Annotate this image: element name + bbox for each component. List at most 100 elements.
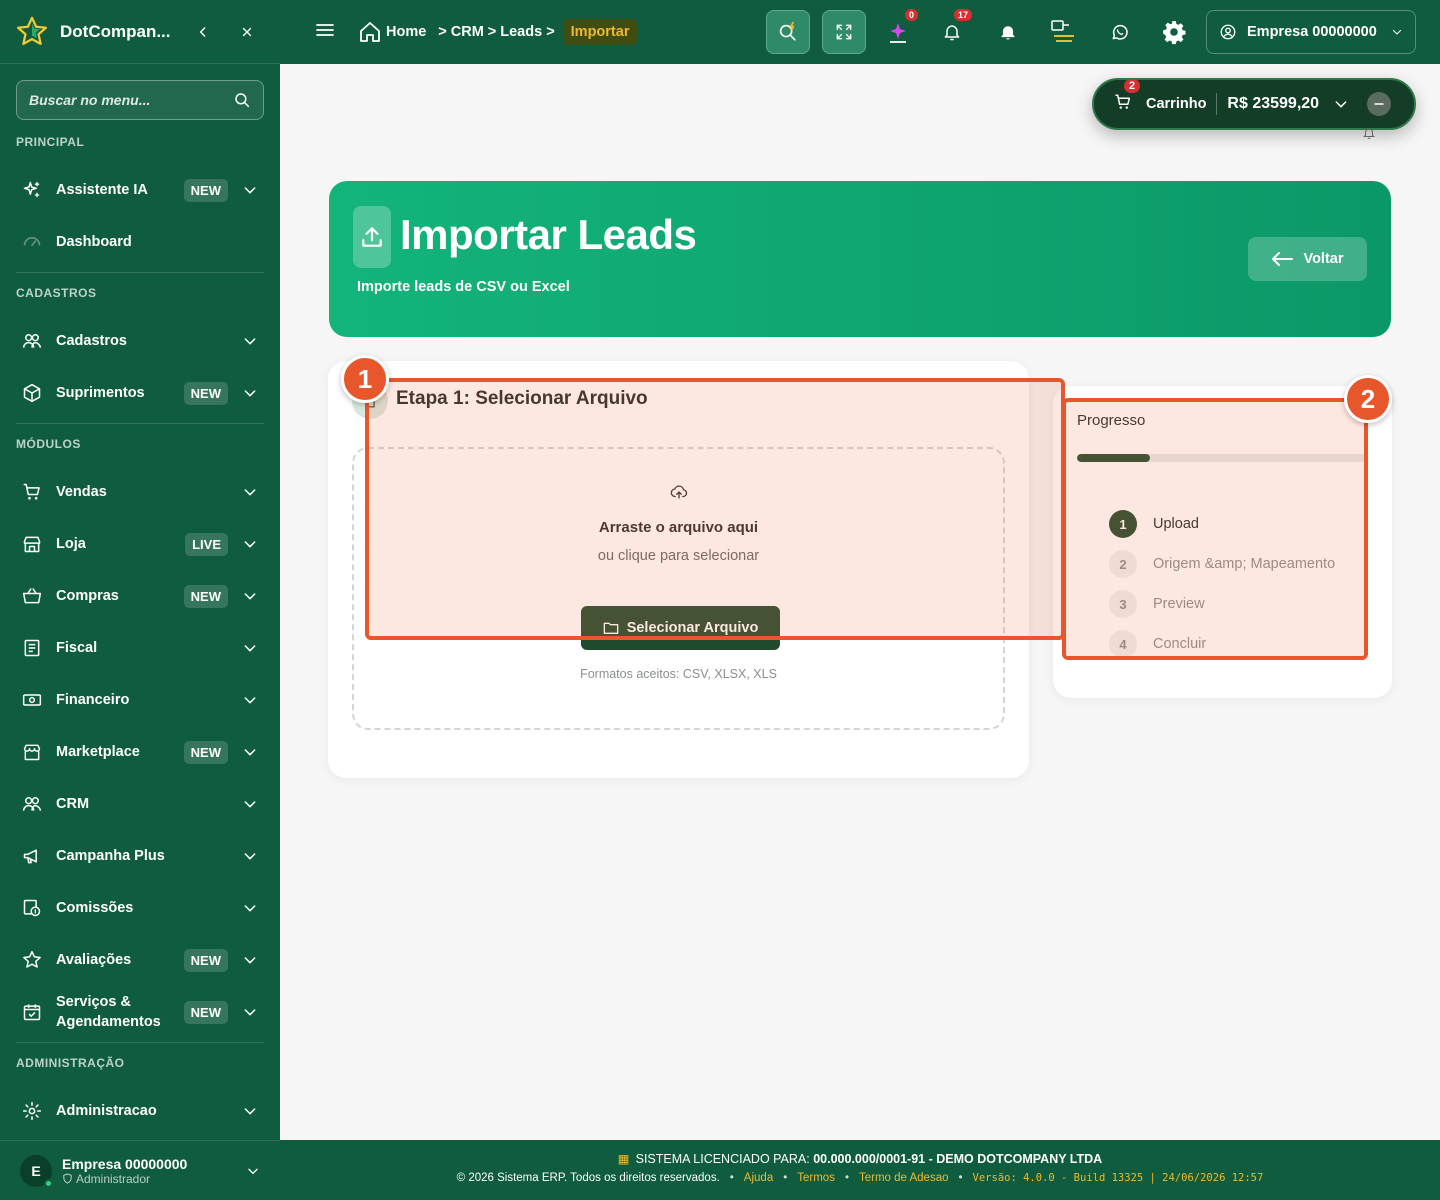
new-badge: NEW (183, 740, 228, 764)
divider (16, 1042, 264, 1043)
user-role-row: Administrador (62, 1172, 246, 1186)
gear-icon (1163, 21, 1186, 45)
new-badge: NEW (183, 1000, 228, 1024)
bell-icon (944, 25, 960, 41)
search-icon[interactable] (233, 91, 251, 109)
sidebar: DotCompan... PRINCIPAL Assistente IA NEW… (0, 0, 280, 1200)
gear-icon (20, 1099, 44, 1123)
cart-expand-button[interactable] (1331, 96, 1351, 112)
sidebar-item-label: Comissões (56, 900, 134, 916)
users-icon (20, 792, 44, 816)
country-detect-button[interactable] (1042, 10, 1086, 54)
upload-icon (353, 206, 391, 268)
whatsapp-button[interactable] (1098, 10, 1142, 54)
sidebar-item-suprimentos[interactable]: Suprimentos NEW (0, 367, 280, 419)
accepted-formats: Formatos aceitos: CSV, XLSX, XLS (580, 667, 777, 681)
chevron-down-icon (240, 952, 260, 968)
footer: ▦ SISTEMA LICENCIADO PARA: 00.000.000/000… (280, 1140, 1440, 1200)
fullscreen-button[interactable] (822, 10, 866, 54)
collapse-sidebar-button[interactable] (190, 19, 216, 45)
user-info: Empresa 00000000 Administrador (62, 1156, 246, 1186)
avatar-initial: E (31, 1162, 41, 1179)
company-name: Empresa 00000000 (1247, 24, 1377, 40)
chevron-down-icon (240, 484, 260, 500)
page-title: Importar Leads (400, 211, 697, 258)
arrow-left-icon (1272, 252, 1294, 266)
company-selector[interactable]: Empresa 00000000 (1206, 10, 1416, 54)
close-sidebar-button[interactable] (234, 19, 260, 45)
back-button[interactable]: Voltar (1248, 237, 1367, 281)
sidebar-item-crm[interactable]: CRM (0, 778, 280, 830)
cart-separator (1216, 93, 1218, 115)
ai-assistant-button[interactable]: 0 (876, 9, 920, 54)
store-icon (20, 532, 44, 556)
sidebar-item-fiscal[interactable]: Fiscal (0, 622, 280, 674)
sidebar-item-label: Serviços & (56, 994, 131, 1010)
sidebar-item-label: CRM (56, 796, 90, 812)
cart-widget[interactable]: 2 Carrinho R$ 23599,20 (1092, 78, 1416, 130)
users-icon (20, 329, 44, 353)
footer-links: © 2026 Sistema ERP. Todos os direitos re… (280, 1172, 1440, 1184)
search-lightning-icon (779, 21, 796, 41)
sidebar-item-administracao[interactable]: Administracao (0, 1085, 280, 1137)
user-menu[interactable]: E Empresa 00000000 Administrador (0, 1140, 280, 1200)
breadcrumb-home[interactable]: Home (386, 24, 426, 40)
sidebar-item-financeiro[interactable]: Financeiro (0, 674, 280, 726)
breadcrumb-separator: > (438, 24, 447, 40)
sidebar-item-dashboard[interactable]: Dashboard (0, 216, 280, 268)
alerts-button[interactable] (986, 10, 1030, 54)
sidebar-item-comissoes[interactable]: Comissões (0, 882, 280, 934)
settings-button[interactable] (1152, 10, 1196, 54)
gauge-icon (20, 230, 44, 254)
adhesion-terms-link[interactable]: Termo de Adesao (859, 1172, 949, 1184)
section-modulos: MÓDULOS (16, 437, 81, 451)
sidebar-item-label: Campanha Plus (56, 848, 165, 864)
help-link[interactable]: Ajuda (744, 1172, 773, 1184)
chevron-down-icon (240, 848, 260, 864)
breadcrumb-crm[interactable]: CRM (451, 24, 484, 40)
home-icon[interactable] (358, 20, 382, 44)
sidebar-item-cadastros[interactable]: Cadastros (0, 315, 280, 367)
annotation-marker-1: 1 (341, 355, 389, 403)
breadcrumb-leads[interactable]: Leads (500, 24, 542, 40)
sidebar-item-loja[interactable]: Loja LIVE (0, 518, 280, 570)
sidebar-item-label: Fiscal (56, 640, 98, 656)
notifications-button[interactable]: 17 (930, 9, 974, 54)
user-name: Empresa 00000000 (62, 1155, 188, 1172)
terms-link[interactable]: Termos (797, 1172, 835, 1184)
sidebar-item-servicos-agendamentos[interactable]: Serviços & Agendamentos NEW (0, 986, 280, 1038)
section-administracao: ADMINISTRAÇÃO (16, 1056, 125, 1070)
app-name: DotCompan... (60, 21, 171, 41)
topbar: Home > CRM > Leads > Importar 0 17 Empre… (280, 0, 1440, 64)
receipt-icon (20, 636, 44, 660)
sidebar-item-avaliacoes[interactable]: Avaliações NEW (0, 934, 280, 986)
bell-filled-icon (1001, 26, 1015, 40)
dot-separator: • (844, 1172, 849, 1184)
sidebar-item-label-wrap: Serviços & Agendamentos (56, 992, 184, 1032)
chevron-down-icon (240, 692, 260, 708)
sidebar-item-vendas[interactable]: Vendas (0, 466, 280, 518)
sidebar-item-compras[interactable]: Compras NEW (0, 570, 280, 622)
ai-badge: 0 (904, 9, 918, 21)
sidebar-item-label: Avaliações (56, 952, 132, 968)
chevron-down-icon (1392, 29, 1402, 35)
basket-icon (20, 584, 44, 608)
sidebar-item-assistente-ia[interactable]: Assistente IA NEW (0, 164, 280, 216)
online-status-dot (44, 1178, 53, 1188)
translate-icon (1051, 20, 1074, 42)
sidebar-item-campanha-plus[interactable]: Campanha Plus (0, 830, 280, 882)
sidebar-search-input[interactable] (29, 92, 233, 108)
cash-icon (20, 688, 44, 712)
menu-toggle-button[interactable] (316, 22, 336, 43)
annotation-box-2 (1062, 398, 1368, 660)
sidebar-search (16, 80, 264, 120)
dot-separator: • (958, 1172, 963, 1184)
new-badge: NEW (183, 584, 228, 608)
sidebar-item-label: Cadastros (56, 333, 127, 349)
sidebar-item-label: Financeiro (56, 692, 130, 708)
quick-search-button[interactable] (766, 10, 810, 54)
version-info: Versão: 4.0.0 - Build 13325 | 24/06/2026… (972, 1172, 1264, 1184)
sidebar-item-marketplace[interactable]: Marketplace NEW (0, 726, 280, 778)
cart-minimize-button[interactable] (1367, 92, 1392, 116)
box-icon (20, 381, 44, 405)
